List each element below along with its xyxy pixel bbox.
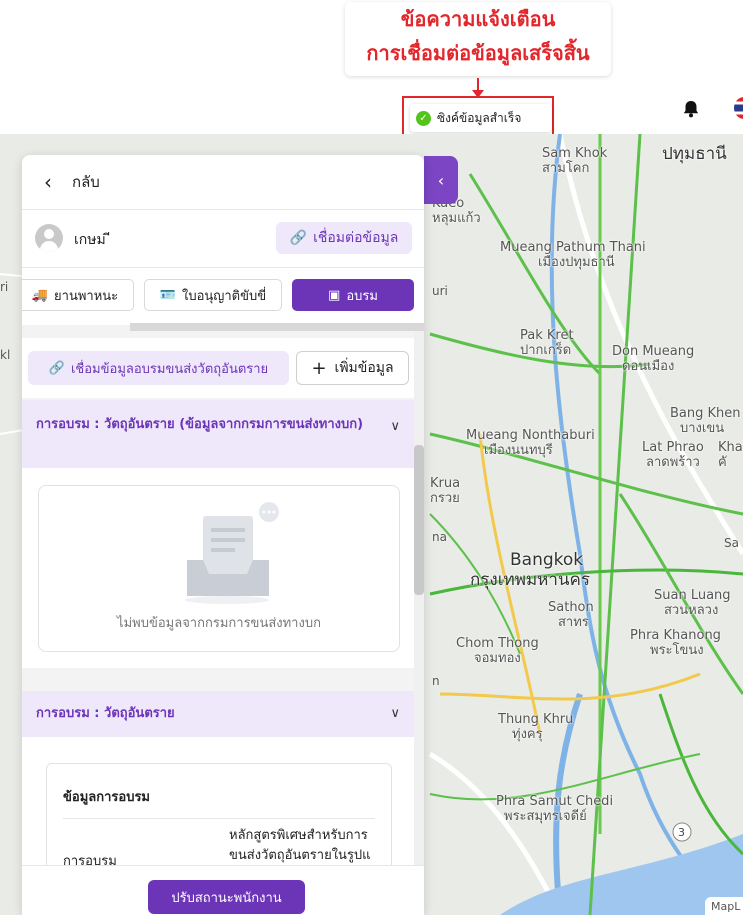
panel-footer: ปรับสถานะพนักงาน [22,865,424,915]
collapse-panel-button[interactable]: ‹ [424,156,458,204]
avatar [35,224,63,252]
training-value: หลักสูตรพิเศษสำหรับการขนส่งวัตถุอันตรายใ… [229,828,371,863]
tab-training-label: อบรม [346,288,378,304]
map-fragment-n: n [432,674,440,688]
link-data-label: เชื่อมต่อข้อมูล [313,230,399,246]
section-dlt-body: ไม่พบข้อมูลจากกรมการขนส่งทางบก [22,468,414,668]
map-label-phra-samut-chedi: Phra Samut Chedi พระสมุทรเจดีย์ [496,794,614,824]
training-icon: ▣ [328,287,341,303]
map-fragment-na: na [432,530,447,544]
map-label-mueang-nonthaburi: Mueang Nonthaburi เมืองนนทบุรี [466,428,595,458]
tab-vehicle[interactable]: 🚚 ยานพาหนะ [22,279,134,311]
annotation-line2: การเชื่อมต่อข้อมูลเสร็จสิ้น [366,41,590,65]
map-label-pak-kret: Pak Kret ปากเกร็ด [520,328,574,358]
route-badge: 3 [678,826,685,839]
map-label-krua: Krua กรวย [430,476,461,506]
link-icon: 🔗 [48,360,65,376]
map-label-bang-khen: Bang Khen บางเขน [670,406,741,436]
add-data-label: เพิ่มข้อมูล [334,360,394,376]
empty-state-card: ไม่พบข้อมูลจากกรมการขนส่งทางบก [38,485,400,652]
bell-icon[interactable] [680,98,702,120]
annotation-callout: ข้อความแจ้งเตือน การเชื่อมต่อข้อมูลเสร็จ… [345,2,611,76]
map-label-pathum-thani: ปทุมธานี [662,144,727,164]
section-dlt-header[interactable]: การอบรม : วัตถุอันตราย (ข้อมูลจากกรมการข… [22,400,414,468]
truck-icon: 🚚 [31,287,49,303]
map-label-mueang-pathum-thani: Mueang Pathum Thani เมืองปทุมธานี [500,240,646,270]
map-fragment-ri: ri [0,280,9,294]
empty-state-text: ไม่พบข้อมูลจากกรมการขนส่งทางบก [117,616,321,631]
empty-inbox-icon [185,502,279,604]
chevron-down-icon: ∨ [390,419,400,434]
map-fragment-uri: uri [432,284,448,298]
panel-header: ‹ กลับ [22,155,424,210]
top-bar [0,96,743,135]
action-row: 🔗 เชื่อมข้อมูลอบรมขนส่งวัตถุอันตราย + เพ… [22,338,414,398]
chevron-left-back-icon[interactable]: ‹ [44,170,62,194]
tab-license-label: ใบอนุญาติขับขี่ [182,288,267,304]
user-row: เกษม ี 🔗 เชื่อมต่อข้อมูล [22,210,424,268]
map-label-sathon: Sathon สาทร [548,600,594,630]
map-label-phra-khanong: Phra Khanong พระโขนง [630,628,721,658]
map-fragment-sa: Sa [724,536,739,550]
id-card-icon: 🪪 [159,287,177,303]
map-fragment-kl: kl [0,348,11,362]
tab-training[interactable]: ▣ อบรม [292,279,414,311]
vertical-scroll-track[interactable] [414,331,424,915]
divider [63,818,375,819]
update-status-button[interactable]: ปรับสถานะพนักงาน [148,880,305,914]
horizontal-scrollbar[interactable] [130,323,424,331]
map-label-chom-thong: Chom Thong จอมทอง [456,636,539,666]
check-circle-icon: ✓ [416,110,431,126]
section-dlt-title: การอบรม : วัตถุอันตราย (ข้อมูลจากกรมการข… [36,417,364,432]
success-toast: ✓ ซิงค์ข้อมูลสำเร็จ [410,104,552,132]
chevron-left-icon: ‹ [437,170,445,190]
map-label-kha: Kha คั [718,440,743,470]
training-info-title: ข้อมูลการอบรม [63,790,150,805]
map-label-bangkok: Bangkok กรุงเทพมหานคร [470,550,591,590]
plus-icon: + [311,357,327,379]
driver-panel: ‹ กลับ เกษม ี 🔗 เชื่อมต่อข้อมูล 🚚 ยานพาห… [22,155,424,915]
toast-message: ซิงค์ข้อมูลสำเร็จ [437,110,522,125]
link-icon: 🔗 [289,230,308,246]
section-hazmat-header[interactable]: การอบรม : วัตถุอันตราย ∨ [22,691,414,737]
section-hazmat-body: ข้อมูลการอบรม การอบรม หลักสูตรพิเศษสำหรั… [22,737,414,905]
section-hazmat-title: การอบรม : วัตถุอันตราย [36,706,175,721]
map-attribution[interactable]: MapL [705,897,743,915]
vertical-scroll-thumb[interactable] [414,445,424,595]
tab-bar: 🚚 ยานพาหนะ 🪪 ใบอนุญาติขับขี่ ▣ อบรม [22,279,424,315]
map-label-don-mueang: Don Mueang ดอนเมือง [612,344,695,374]
map-label-thung-khru: Thung Khru ทุ่งครุ [498,712,574,742]
tab-vehicle-label: ยานพาหนะ [54,288,119,304]
map-label-sam-khok: Sam Khok สามโคก [542,146,608,176]
map-label-lat-phrao: Lat Phrao ลาดพร้าว [642,440,704,470]
user-name: เกษม ี [74,232,111,248]
tab-driving-license[interactable]: 🪪 ใบอนุญาติขับขี่ [144,279,282,311]
add-data-button[interactable]: + เพิ่มข้อมูล [296,351,409,385]
link-data-button[interactable]: 🔗 เชื่อมต่อข้อมูล [276,222,412,254]
link-training-button[interactable]: 🔗 เชื่อมข้อมูลอบรมขนส่งวัตถุอันตราย [28,351,289,385]
map-label-suan-luang: Suan Luang สวนหลวง [654,588,731,618]
link-training-label: เชื่อมข้อมูลอบรมขนส่งวัตถุอันตราย [70,361,269,377]
back-button[interactable]: กลับ [72,170,100,194]
annotation-line1: ข้อความแจ้งเตือน [400,7,556,31]
chevron-down-icon: ∨ [390,706,400,721]
